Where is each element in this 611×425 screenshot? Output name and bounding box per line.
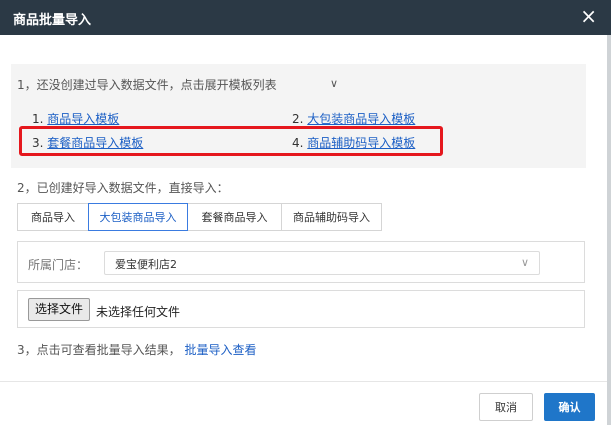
batch-import-view-link[interactable]: 批量导入查看 [184,343,256,357]
step3-row: 3，点击可查看批量导入结果， 批量导入查看 [17,341,256,358]
footer-divider [0,381,607,382]
tab-bulk-package-import[interactable]: 大包装商品导入 [88,203,188,231]
file-row: 选择文件 未选择任何文件 [17,290,585,328]
chevron-down-icon[interactable]: ∨ [330,77,338,90]
import-type-tabs: 商品导入 大包装商品导入 套餐商品导入 商品辅助码导入 [17,203,382,231]
dialog-titlebar: 商品批量导入 × [0,0,611,35]
chevron-down-icon: ∨ [520,256,529,269]
template-num: 1. [32,112,44,126]
choose-file-button[interactable]: 选择文件 [28,298,91,321]
file-status: 未选择任何文件 [96,305,181,319]
template-link-bulk-package[interactable]: 大包装商品导入模板 [307,112,415,126]
highlight-box [19,126,443,156]
store-value: 爱宝便利店2 [115,258,177,271]
confirm-button[interactable]: 确认 [544,393,595,421]
dialog-title: 商品批量导入 [13,13,92,28]
template-item-2: 2. 大包装商品导入模板 [292,110,415,127]
step3-text: 3，点击可查看批量导入结果， [17,343,181,357]
step2-text: 2，已创建好导入数据文件，直接导入： [17,181,229,195]
tab-aux-code-import[interactable]: 商品辅助码导入 [281,203,382,231]
template-item-1: 1. 商品导入模板 [32,110,119,127]
store-row: 所属门店： 爱宝便利店2 ∨ [17,241,585,283]
cancel-button[interactable]: 取消 [479,393,533,421]
store-label: 所属门店： [28,258,89,272]
dialog-scroll-edge [607,35,611,425]
template-num: 2. [292,112,304,126]
template-link-product[interactable]: 商品导入模板 [47,112,119,126]
close-icon[interactable]: × [580,6,597,26]
step1-text[interactable]: 1，还没创建过导入数据文件，点击展开模板列表 [17,76,277,93]
tab-combo-import[interactable]: 套餐商品导入 [187,203,282,231]
store-select[interactable]: 爱宝便利店2 ∨ [104,251,540,275]
tab-product-import[interactable]: 商品导入 [17,203,89,231]
